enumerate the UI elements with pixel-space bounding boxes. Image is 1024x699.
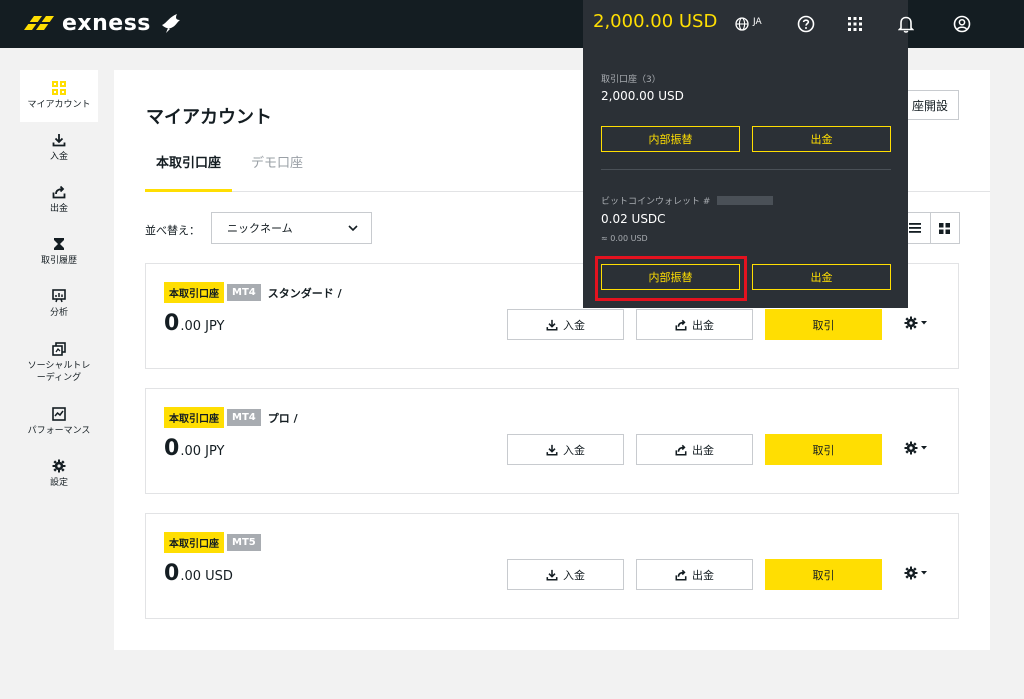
performance-icon	[52, 407, 66, 421]
platform-badge: MT4	[227, 409, 261, 426]
view-toggle	[900, 212, 960, 244]
trading-internal-transfer-button[interactable]: 内部振替	[601, 126, 740, 152]
deposit-button[interactable]: 入金	[507, 434, 624, 465]
trading-accounts-label: 取引口座（3）	[601, 75, 661, 85]
caret-down-icon	[921, 571, 927, 575]
withdraw-button[interactable]: 出金	[636, 434, 753, 465]
redacted-wallet-number	[717, 196, 773, 205]
header-balance: 2,000.00 USD	[593, 11, 718, 32]
analytics-icon	[52, 289, 66, 303]
account-name: スタンダード /	[267, 286, 342, 300]
account-balance: 0.00 JPY	[164, 436, 225, 461]
platform-badge: MT4	[227, 284, 261, 301]
logo[interactable]: exness	[22, 8, 183, 38]
sidebar-item-label: パフォーマンス	[27, 425, 91, 436]
sidebar-item-history[interactable]: 取引履歴	[20, 226, 98, 278]
apps-grid-icon[interactable]	[843, 12, 867, 36]
logo-text: exness	[62, 10, 151, 36]
account-balance: 0.00 USD	[164, 561, 233, 586]
account-balance: 0.00 JPY	[164, 311, 225, 336]
highlight-box	[595, 256, 747, 301]
chevron-down-icon	[348, 225, 358, 232]
page-title: マイアカウント	[146, 107, 272, 128]
platform-badge: MT5	[227, 534, 261, 551]
sort-select-value: ニックネーム	[227, 222, 293, 235]
sidebar-item-analytics[interactable]: 分析	[20, 278, 98, 330]
sidebar-item-label: 入金	[49, 151, 68, 162]
sidebar-item-social-trading[interactable]: ソーシャルトレ ーディング	[20, 330, 98, 396]
sidebar-item-deposit[interactable]: 入金	[20, 122, 98, 174]
social-trading-icon	[52, 342, 66, 356]
deposit-icon	[546, 319, 558, 330]
wallet-withdraw-button[interactable]: 出金	[752, 264, 891, 290]
hourglass-icon	[54, 237, 64, 250]
withdraw-icon	[675, 319, 687, 330]
sidebar-item-label: マイアカウント	[27, 99, 91, 110]
sidebar-item-label: ソーシャルトレ ーディング	[27, 360, 91, 383]
divider	[601, 169, 891, 170]
sidebar: マイアカウント 入金 出金 取引履歴 分析 ソーシャルトレ ーディング パフォーマ…	[20, 70, 98, 500]
trade-button[interactable]: 取引	[765, 434, 882, 465]
sidebar-item-label: 出金	[49, 203, 68, 214]
user-profile-icon[interactable]	[950, 12, 974, 36]
tab-real-accounts[interactable]: 本取引口座	[145, 152, 232, 192]
sort-select[interactable]: ニックネーム	[211, 212, 372, 244]
language-selector[interactable]: JA	[753, 17, 762, 27]
trading-withdraw-button[interactable]: 出金	[752, 126, 891, 152]
trade-button[interactable]: 取引	[765, 309, 882, 340]
notification-bell-icon[interactable]	[894, 12, 918, 36]
sidebar-item-performance[interactable]: パフォーマンス	[20, 396, 98, 448]
withdraw-button[interactable]: 出金	[636, 559, 753, 590]
sidebar-item-my-account[interactable]: マイアカウント	[20, 70, 98, 122]
tab-demo-accounts[interactable]: デモ口座	[251, 152, 303, 192]
account-type-badge: 本取引口座	[164, 282, 224, 303]
dove-icon	[161, 14, 180, 33]
account-settings-menu[interactable]	[904, 566, 928, 580]
account-type-badge: 本取引口座	[164, 407, 224, 428]
deposit-icon	[52, 133, 66, 147]
account-name: プロ /	[267, 411, 298, 425]
gear-icon	[904, 316, 918, 330]
withdraw-icon	[52, 185, 66, 199]
trade-button[interactable]: 取引	[765, 559, 882, 590]
account-settings-menu[interactable]	[904, 441, 928, 455]
sidebar-item-label: 取引履歴	[40, 255, 77, 266]
gear-icon	[904, 566, 918, 580]
caret-down-icon	[921, 446, 927, 450]
account-card: 本取引口座 MT4 プロ / 0.00 JPY 入金 出金 取引	[145, 388, 959, 494]
withdraw-icon	[675, 569, 687, 580]
sort-label: 並べ替え：	[145, 224, 200, 237]
sidebar-item-label: 分析	[49, 307, 68, 318]
caret-down-icon	[921, 321, 927, 325]
account-type-badge: 本取引口座	[164, 532, 224, 553]
account-card: 本取引口座 MT5 0.00 USD 入金 出金 取引	[145, 513, 959, 619]
grid-view-icon[interactable]	[929, 213, 960, 243]
sidebar-item-withdraw[interactable]: 出金	[20, 174, 98, 226]
wallet-amount: 0.02 USDC	[601, 212, 666, 226]
gear-icon	[904, 441, 918, 455]
exness-logo-icon	[24, 16, 54, 30]
withdraw-button[interactable]: 出金	[636, 309, 753, 340]
withdraw-icon	[675, 444, 687, 455]
account-settings-menu[interactable]	[904, 316, 928, 330]
deposit-icon	[546, 444, 558, 455]
help-icon[interactable]	[794, 12, 818, 36]
deposit-button[interactable]: 入金	[507, 309, 624, 340]
wallet-approx-value: ≈ 0.00 USD	[601, 234, 648, 243]
deposit-button[interactable]: 入金	[507, 559, 624, 590]
top-bar: exness 2,000.00 USD JA	[0, 0, 1024, 48]
globe-icon[interactable]	[730, 12, 754, 36]
dashboard-icon	[52, 80, 66, 95]
deposit-icon	[546, 569, 558, 580]
wallet-label: ビットコインウォレット #	[601, 197, 711, 207]
trading-accounts-amount: 2,000.00 USD	[601, 89, 684, 103]
settings-gear-icon	[52, 459, 66, 473]
sidebar-item-label: 設定	[49, 477, 68, 488]
sidebar-item-settings[interactable]: 設定	[20, 448, 98, 500]
